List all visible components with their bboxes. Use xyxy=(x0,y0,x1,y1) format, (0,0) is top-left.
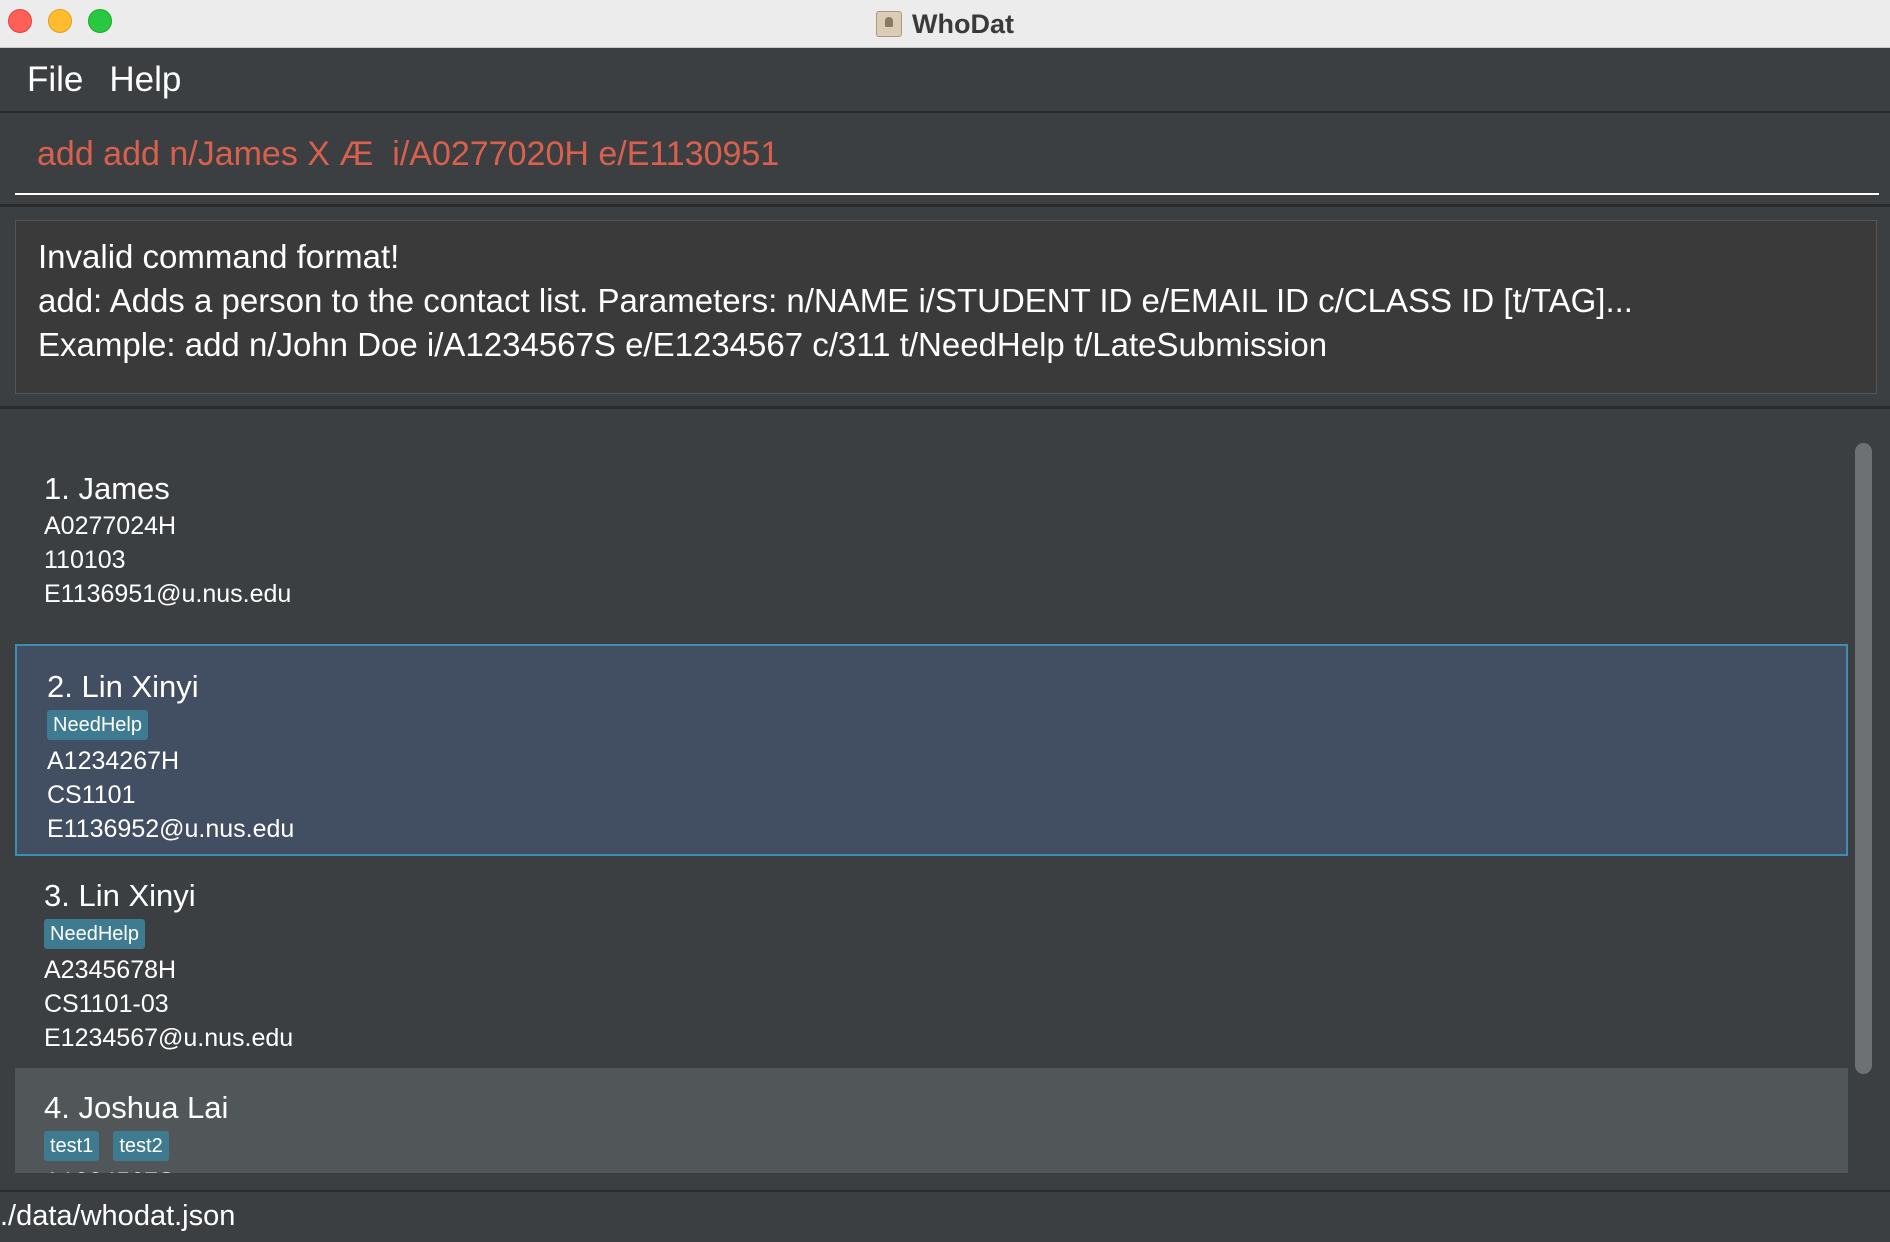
person-name: 4. Joshua Lai xyxy=(44,1090,229,1125)
person-name: 3. Lin Xinyi xyxy=(44,878,196,913)
tag-badge: NeedHelp xyxy=(44,919,145,949)
person-list-area: 1. James A0277024H 110103 E1136951@u.nus… xyxy=(0,406,1890,1190)
status-bar: ./data/whodat.json xyxy=(0,1190,1890,1242)
person-class-id: 110103 xyxy=(44,546,126,574)
window-title: WhoDat xyxy=(912,8,1014,39)
menu-bar: File Help xyxy=(0,48,1890,113)
save-file-path: ./data/whodat.json xyxy=(0,1200,236,1232)
person-email: E1136951@u.nus.edu xyxy=(44,580,292,608)
window-title-group: WhoDat xyxy=(0,0,1890,48)
person-email: E1136952@u.nus.edu xyxy=(47,815,295,843)
person-list[interactable]: 1. James A0277024H 110103 E1136951@u.nus… xyxy=(15,433,1848,1173)
person-card-selected[interactable]: 2. Lin Xinyi NeedHelp A1234267H CS1101 E… xyxy=(15,644,1848,856)
menu-file[interactable]: File xyxy=(14,60,96,100)
command-box-area xyxy=(0,115,1890,207)
menu-help[interactable]: Help xyxy=(96,60,194,100)
list-scrollbar[interactable] xyxy=(1855,443,1872,1074)
result-line-usage: add: Adds a person to the contact list. … xyxy=(38,282,1633,319)
person-card[interactable]: 1. James A0277024H 110103 E1136951@u.nus… xyxy=(15,433,1848,644)
title-bar: WhoDat xyxy=(0,0,1890,48)
tag-list: NeedHelp xyxy=(44,919,1848,949)
result-line-example: Example: add n/John Doe i/A1234567S e/E1… xyxy=(38,326,1328,363)
person-class-id: CS1101 xyxy=(47,781,136,809)
tag-list: NeedHelp xyxy=(47,710,1846,740)
person-name: 1. James xyxy=(44,471,170,506)
person-card[interactable]: 4. Joshua Lai test1 test2 A1234567S xyxy=(15,1068,1848,1173)
person-student-id: A2345678H xyxy=(44,956,177,984)
person-card[interactable]: 3. Lin Xinyi NeedHelp A2345678H CS1101-0… xyxy=(15,856,1848,1068)
person-class-id: CS1101-03 xyxy=(44,990,169,1018)
person-email: E1234567@u.nus.edu xyxy=(44,1024,294,1052)
person-student-id: A1234567S xyxy=(44,1165,1848,1173)
result-line-error: Invalid command format! xyxy=(38,238,400,275)
tag-list: test1 test2 xyxy=(44,1131,1848,1161)
person-name: 2. Lin Xinyi xyxy=(47,669,199,704)
tag-badge: test1 xyxy=(44,1131,100,1161)
result-display: Invalid command format! add: Adds a pers… xyxy=(15,220,1877,394)
tag-badge: NeedHelp xyxy=(47,710,148,740)
command-input[interactable] xyxy=(15,115,1879,195)
person-student-id: A0277024H xyxy=(44,512,177,540)
person-student-id: A1234267H xyxy=(47,747,180,775)
tag-badge: test2 xyxy=(113,1131,169,1161)
app-icon xyxy=(876,11,902,37)
